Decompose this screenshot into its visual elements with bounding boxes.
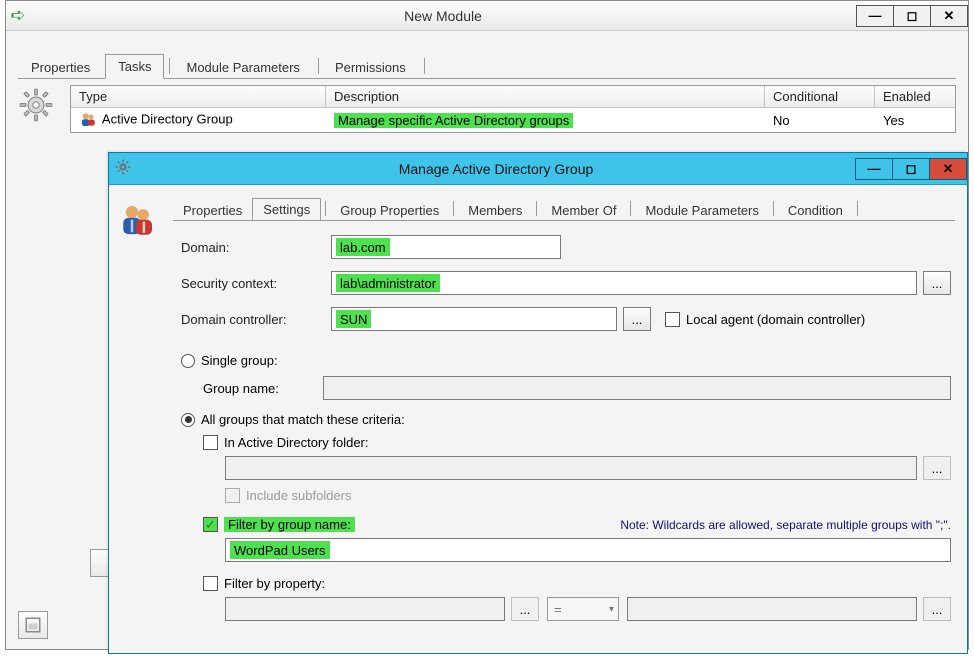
cell-description: Manage specific Active Directory groups — [326, 110, 765, 131]
table-header: Type Description Conditional Enabled — [71, 86, 955, 108]
local-agent-checkbox[interactable] — [665, 312, 680, 327]
filter-property-right-input[interactable] — [627, 597, 917, 621]
window-controls-front: — ◻ ✕ — [855, 158, 967, 180]
in-ad-folder-checkbox[interactable] — [203, 435, 218, 450]
bottom-left-button[interactable] — [18, 611, 48, 639]
tab-settings[interactable]: Settings — [252, 198, 321, 221]
gear-icon — [109, 158, 137, 179]
tabs-new-module: Properties Tasks Module Parameters Permi… — [18, 53, 956, 79]
filter-group-name-value: WordPad Users — [230, 541, 330, 559]
maximize-button[interactable]: ◻ — [892, 158, 930, 180]
tab-properties[interactable]: Properties — [173, 200, 252, 221]
browse-ad-folder-button[interactable]: ... — [923, 456, 951, 480]
domain-controller-value: SUN — [336, 310, 371, 328]
titlebar-new-module: ➪ New Module — ◻ ✕ — [6, 1, 968, 31]
th-type[interactable]: Type — [71, 86, 326, 108]
th-conditional[interactable]: Conditional — [765, 86, 875, 108]
group-name-input[interactable] — [323, 376, 951, 400]
chevron-down-icon: ▾ — [609, 604, 614, 615]
security-context-input[interactable]: lab\administrator — [331, 271, 917, 295]
cell-type-text: Active Directory Group — [102, 111, 233, 126]
nav-forward-icon[interactable]: ➪ — [6, 5, 30, 26]
titlebar-manage-ad-group: Manage Active Directory Group — ◻ ✕ — [109, 153, 967, 185]
domain-input[interactable]: lab.com — [331, 235, 561, 259]
domain-controller-input[interactable]: SUN — [331, 307, 617, 331]
browse-security-context-button[interactable]: ... — [923, 271, 951, 295]
label-group-name: Group name: — [203, 381, 323, 396]
label-in-ad-folder: In Active Directory folder: — [224, 435, 369, 450]
tab-condition[interactable]: Condition — [778, 200, 853, 221]
tab-members[interactable]: Members — [458, 200, 532, 221]
label-filter-by-group-name: Filter by group name: — [224, 517, 355, 532]
tab-module-parameters[interactable]: Module Parameters — [635, 200, 768, 221]
include-subfolders-checkbox — [225, 488, 240, 503]
label-single-group: Single group: — [201, 353, 278, 368]
label-domain-controller: Domain controller: — [181, 312, 331, 327]
domain-value: lab.com — [336, 238, 390, 256]
security-context-value: lab\administrator — [336, 274, 440, 292]
people-small-icon — [79, 111, 99, 129]
label-domain: Domain: — [181, 240, 331, 255]
label-all-groups: All groups that match these criteria: — [201, 412, 405, 427]
filter-operator-select[interactable]: = ▾ — [547, 597, 619, 621]
close-button[interactable]: ✕ — [930, 5, 968, 27]
gear-icon — [18, 85, 70, 133]
tab-group-properties[interactable]: Group Properties — [330, 200, 449, 221]
filter-by-group-name-checkbox[interactable] — [203, 517, 218, 532]
tab-separator — [169, 58, 170, 74]
radio-single-group[interactable] — [181, 354, 195, 368]
cell-enabled: Yes — [875, 110, 955, 131]
filter-note: Note: Wildcards are allowed, separate mu… — [620, 518, 951, 532]
tasks-table: Type Description Conditional Enabled Ac — [70, 85, 956, 133]
th-enabled[interactable]: Enabled — [875, 86, 955, 108]
cell-description-text: Manage specific Active Directory groups — [334, 113, 573, 128]
table-row[interactable]: Active Directory Group Manage specific A… — [71, 108, 955, 132]
filter-operator-value: = — [554, 602, 562, 617]
close-button[interactable]: ✕ — [929, 158, 967, 180]
maximize-button[interactable]: ◻ — [893, 5, 931, 27]
people-icon — [117, 197, 173, 653]
ad-folder-input[interactable] — [225, 456, 917, 480]
label-filter-by-property: Filter by property: — [224, 576, 325, 591]
minimize-button[interactable]: — — [855, 158, 893, 180]
th-description[interactable]: Description — [326, 86, 765, 108]
radio-all-groups[interactable] — [181, 413, 195, 427]
browse-domain-controller-button[interactable]: ... — [623, 307, 651, 331]
cell-type: Active Directory Group — [71, 108, 326, 132]
tab-tasks[interactable]: Tasks — [105, 54, 164, 79]
tab-separator — [318, 58, 319, 74]
tab-permissions[interactable]: Permissions — [322, 55, 419, 79]
filter-by-property-checkbox[interactable] — [203, 576, 218, 591]
tabs-manage-ad-group: Properties Settings Group Properties Mem… — [173, 197, 955, 221]
filter-group-name-input[interactable]: WordPad Users — [225, 538, 951, 562]
tab-properties[interactable]: Properties — [18, 55, 103, 79]
minimize-button[interactable]: — — [856, 5, 894, 27]
cell-conditional: No — [765, 110, 875, 131]
browse-filter-property-right-button[interactable]: ... — [923, 597, 951, 621]
window-title-new-module: New Module — [30, 8, 856, 24]
label-local-agent: Local agent (domain controller) — [686, 312, 865, 327]
tab-separator — [424, 58, 425, 74]
window-controls-back: — ◻ ✕ — [856, 5, 968, 27]
label-include-subfolders: Include subfolders — [246, 488, 352, 503]
tab-member-of[interactable]: Member Of — [541, 200, 626, 221]
window-manage-ad-group: Manage Active Directory Group — ◻ ✕ Prop… — [108, 152, 968, 654]
filter-property-left-input[interactable] — [225, 597, 505, 621]
window-title-manage-ad-group: Manage Active Directory Group — [137, 161, 855, 177]
label-security-context: Security context: — [181, 276, 331, 291]
tab-module-parameters[interactable]: Module Parameters — [173, 55, 312, 79]
browse-filter-property-button[interactable]: ... — [511, 597, 539, 621]
